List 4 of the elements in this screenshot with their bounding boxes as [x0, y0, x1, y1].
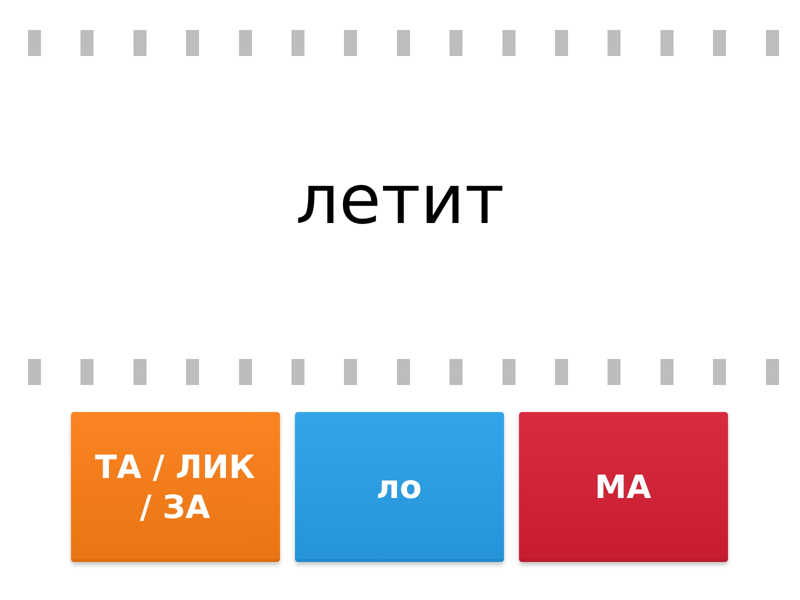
answer-button[interactable]: ло: [294, 412, 504, 562]
answer-button[interactable]: МА: [518, 412, 728, 562]
prompt-word: летит: [296, 164, 504, 239]
answer-button[interactable]: ТА / ЛИК / ЗА: [70, 412, 280, 562]
